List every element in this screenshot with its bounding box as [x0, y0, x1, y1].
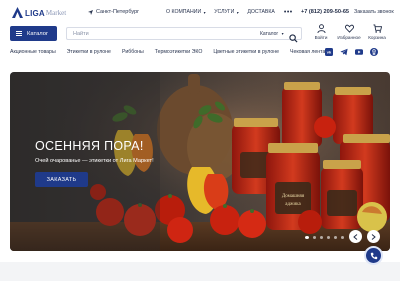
chevron-down-icon: ▾ — [236, 9, 239, 15]
category-link[interactable]: Акционные товары — [10, 49, 56, 55]
nav-item-services[interactable]: УСЛУГИ ▾ — [214, 9, 238, 15]
favorites-label: Избранное — [337, 35, 361, 40]
cart-label: Корзина — [368, 35, 386, 40]
slider-dot[interactable] — [334, 236, 337, 239]
favorites-button[interactable]: Избранное — [337, 24, 361, 40]
phone-number[interactable]: +7 (812) 209-50-65 — [301, 9, 349, 15]
order-button[interactable]: ЗАКАЗАТЬ — [35, 172, 88, 187]
cart-button[interactable]: Корзина — [366, 24, 388, 40]
logo-subtext: Market — [45, 9, 67, 17]
search-bar: Каталог ▾ — [66, 27, 302, 43]
vk-icon[interactable]: vk — [325, 48, 333, 56]
phone-icon — [370, 252, 377, 259]
search-category-select[interactable]: Каталог ▾ — [260, 31, 284, 37]
user-icons: Войти Избранное Корзина — [310, 24, 389, 40]
slider-dot[interactable] — [305, 236, 309, 239]
nav-item-delivery[interactable]: ДОСТАВКА — [247, 9, 275, 15]
location-arrow-icon — [88, 9, 93, 15]
catalog-button-label: Каталог — [27, 30, 49, 37]
nav-item-company[interactable]: О КОМПАНИИ ▾ — [166, 9, 205, 15]
search-input[interactable] — [73, 31, 243, 37]
top-nav: О КОМПАНИИ ▾ УСЛУГИ ▾ ДОСТАВКА ••• — [166, 9, 302, 16]
slider-prev-button[interactable] — [349, 230, 362, 243]
catalog-button[interactable]: Каталог — [10, 26, 57, 41]
category-link[interactable]: Этикетки в рулоне — [67, 49, 111, 55]
social-links: vk — [325, 48, 385, 56]
slider-dot[interactable] — [327, 236, 330, 239]
category-link[interactable]: Термоэтикетки ЭКО — [155, 49, 203, 55]
chevron-down-icon: ▾ — [281, 31, 284, 36]
heart-icon — [344, 24, 354, 33]
call-fab-button[interactable] — [364, 246, 383, 265]
hero-banner[interactable]: Домашняя аджика ОСЕННЯЯ ПОРА! Очей очаро… — [10, 72, 390, 251]
chevron-left-icon — [353, 233, 358, 240]
city-label: Санкт-Петербург — [96, 9, 140, 15]
logo-text: LIGA — [25, 9, 45, 18]
jar-label-line-2: аджика — [285, 202, 301, 207]
slider-next-button[interactable] — [367, 230, 380, 243]
more-menu-icon[interactable]: ••• — [284, 9, 293, 16]
menu-icon — [16, 31, 22, 36]
user-icon — [316, 24, 326, 33]
login-button[interactable]: Войти — [310, 24, 332, 40]
slider-dot[interactable] — [320, 236, 323, 239]
hero-title: ОСЕННЯЯ ПОРА! — [35, 139, 144, 153]
slider-dot[interactable] — [313, 236, 316, 239]
youtube-icon[interactable] — [355, 48, 363, 56]
callback-link[interactable]: Заказать звонок — [354, 9, 394, 15]
hero-subtitle: Очей очарованье — этикетки от Лига Марке… — [35, 158, 154, 164]
logo[interactable]: LIGA Market — [12, 7, 66, 18]
logo-icon — [12, 7, 23, 18]
search-icon[interactable] — [289, 30, 298, 43]
ok-icon[interactable] — [370, 48, 378, 56]
telegram-icon[interactable] — [340, 48, 348, 56]
page: LIGA Market Санкт-Петербург О КОМПАНИИ ▾ … — [0, 0, 400, 281]
category-link[interactable]: Риббоны — [122, 49, 144, 55]
jar-label-line-1: Домашняя — [282, 194, 305, 199]
slider-dot[interactable] — [341, 236, 344, 239]
category-nav: Акционные товары Этикетки в рулоне Риббо… — [10, 49, 336, 55]
chevron-down-icon: ▾ — [203, 9, 206, 15]
login-label: Войти — [314, 35, 328, 40]
bottom-section — [0, 262, 400, 281]
chevron-right-icon — [371, 233, 376, 240]
category-link[interactable]: Чековая лента — [290, 49, 325, 55]
city-selector[interactable]: Санкт-Петербург — [88, 9, 139, 15]
slider-dots — [305, 236, 348, 239]
category-link[interactable]: Цветные этикетки в рулоне — [213, 49, 279, 55]
svg-text:vk: vk — [327, 50, 332, 55]
cart-icon — [372, 24, 382, 33]
